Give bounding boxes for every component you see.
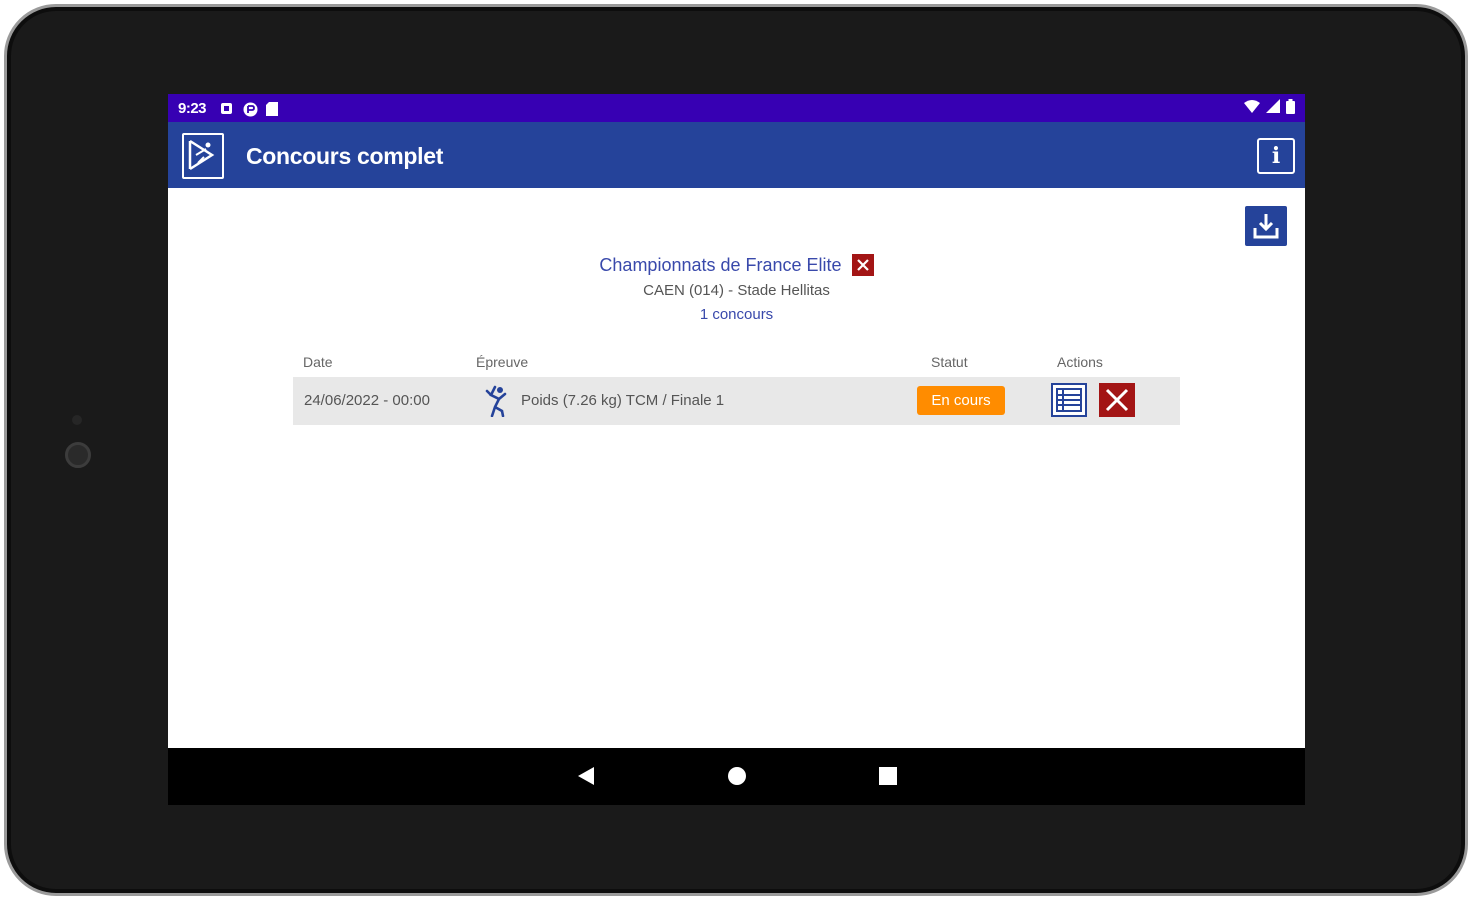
- column-header-actions: Actions: [1057, 354, 1103, 370]
- competitions-table: Date Épreuve Statut Actions 24/06/2022 -…: [293, 350, 1180, 425]
- navigation-bar: [168, 748, 1305, 805]
- status-badge: En cours: [917, 386, 1005, 415]
- main-content: Championnats de France Elite CAEN (014) …: [168, 188, 1305, 748]
- recents-icon: [879, 767, 897, 785]
- info-icon: i: [1271, 143, 1281, 169]
- shot-put-icon: [483, 385, 511, 418]
- event-location: CAEN (014) - Stade Hellitas: [643, 282, 830, 299]
- back-icon: [578, 767, 594, 785]
- event-title[interactable]: Championnats de France Elite: [599, 255, 841, 276]
- results-list-button[interactable]: [1051, 383, 1087, 417]
- page-title: Concours complet: [246, 143, 444, 169]
- screen: 9:23 Concours complet i Championnats de …: [168, 94, 1305, 805]
- signal-icon: [1266, 99, 1280, 117]
- status-bar: 9:23: [168, 94, 1305, 122]
- event-close-button[interactable]: [851, 254, 874, 276]
- notification-icon: [220, 102, 233, 115]
- app-logo-icon: [182, 133, 224, 179]
- download-button[interactable]: [1245, 206, 1287, 246]
- wifi-icon: [1244, 99, 1260, 117]
- home-icon: [728, 767, 746, 785]
- recents-button[interactable]: [878, 765, 898, 792]
- info-button[interactable]: i: [1257, 138, 1295, 174]
- list-icon: [1056, 388, 1082, 412]
- column-header-event: Épreuve: [476, 354, 529, 370]
- close-icon: [856, 259, 869, 271]
- event-count[interactable]: 1 concours: [168, 306, 1305, 323]
- camera-dot: [65, 442, 91, 468]
- event-header: Championnats de France Elite CAEN (014) …: [168, 254, 1305, 323]
- table-header: Date Épreuve Statut Actions: [293, 350, 1180, 376]
- column-header-status: Statut: [931, 354, 968, 370]
- row-date: 24/06/2022 - 00:00: [304, 392, 430, 409]
- home-button[interactable]: [727, 765, 747, 792]
- app-bar: Concours complet i: [168, 122, 1305, 188]
- table-row[interactable]: 24/06/2022 - 00:00 Poids (7.26 kg) TCM /…: [293, 377, 1180, 425]
- sensor-dot: [72, 415, 82, 425]
- media-icon: [243, 102, 258, 116]
- battery-icon: [1286, 98, 1295, 118]
- column-header-date: Date: [303, 354, 333, 370]
- close-icon: [1105, 388, 1129, 412]
- back-button[interactable]: [575, 765, 597, 792]
- delete-button[interactable]: [1099, 383, 1135, 417]
- row-event: Poids (7.26 kg) TCM / Finale 1: [521, 392, 725, 409]
- status-time: 9:23: [178, 99, 207, 117]
- sd-card-icon: [266, 101, 279, 116]
- download-icon: [1253, 214, 1279, 239]
